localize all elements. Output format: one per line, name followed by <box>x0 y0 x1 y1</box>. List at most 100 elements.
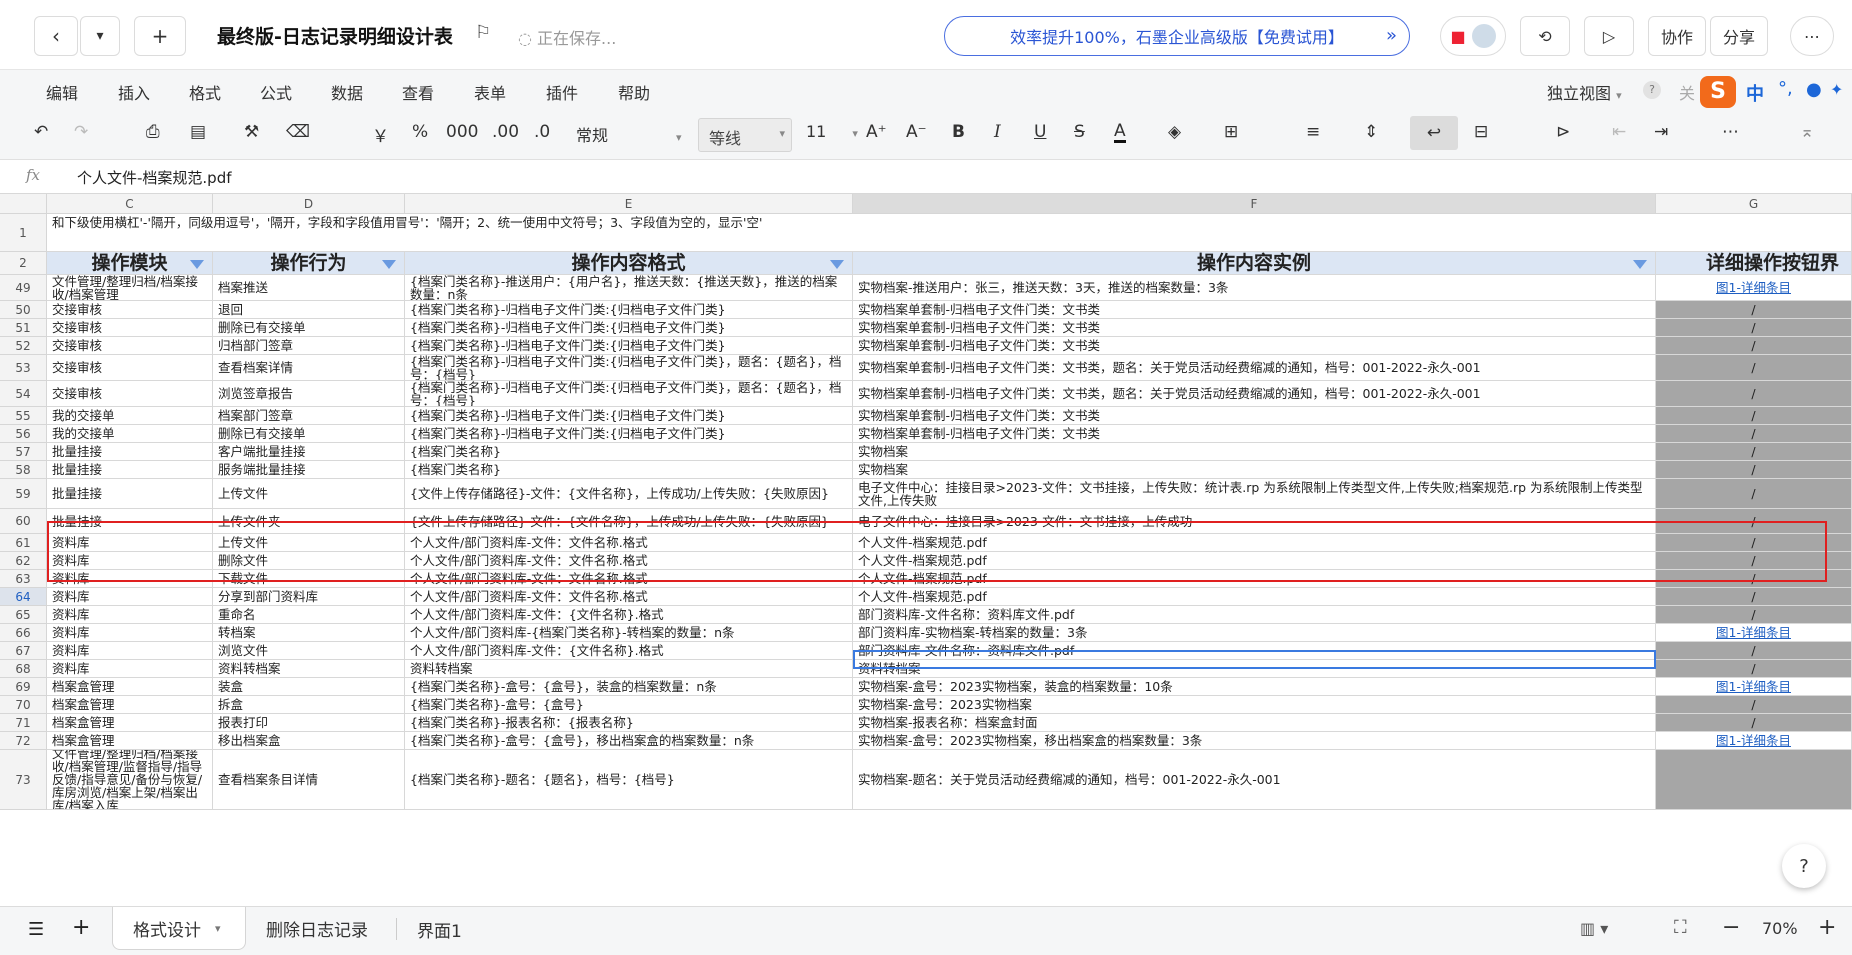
format-painter-icon[interactable]: ⚒ <box>244 122 259 142</box>
table-cell[interactable]: 个人文件/部门资料库-{档案门类名称}-转档案的数量：n条 <box>405 624 853 642</box>
table-cell[interactable]: 交接审核 <box>47 355 213 381</box>
corner-header[interactable] <box>0 194 47 214</box>
table-cell[interactable]: 实物档案单套制-归档电子文件门类：文书类 <box>853 301 1656 319</box>
table-cell[interactable]: 资料库 <box>47 660 213 678</box>
detail-link-cell[interactable]: 图1-详细条目 <box>1656 732 1852 750</box>
table-cell[interactable]: 个人文件-档案规范.pdf <box>853 534 1656 552</box>
row-header[interactable]: 55 <box>0 407 47 425</box>
table-cell[interactable]: / <box>1656 443 1852 461</box>
table-cell[interactable]: 移出档案盒 <box>213 732 405 750</box>
table-cell[interactable]: / <box>1656 461 1852 479</box>
table-cell[interactable]: 实物档案单套制-归档电子文件门类：文书类 <box>853 319 1656 337</box>
row-header[interactable]: 1 <box>0 214 47 252</box>
back-button[interactable]: ‹ <box>34 16 78 56</box>
table-cell[interactable]: 档案盒管理 <box>47 696 213 714</box>
table-cell[interactable]: 下载文件 <box>213 570 405 588</box>
table-cell[interactable]: {档案门类名称}-归档电子文件门类:{归档电子文件门类}，题名：{题名}，档号：… <box>405 355 853 381</box>
table-cell[interactable]: 实物档案-报表名称：档案盒封面 <box>853 714 1656 732</box>
row-header[interactable]: 52 <box>0 337 47 355</box>
bold-icon[interactable]: B <box>952 122 965 142</box>
table-cell[interactable]: 资料转档案 <box>853 660 1656 678</box>
filter-icon[interactable] <box>830 260 844 269</box>
table-cell[interactable]: 实物档案单套制-归档电子文件门类：文书类，题名：关于党员活动经费缩减的通知，档号… <box>853 381 1656 407</box>
table-cell[interactable]: / <box>1656 606 1852 624</box>
formula-input[interactable]: 个人文件-档案规范.pdf <box>77 167 232 188</box>
table-cell[interactable]: {档案门类名称} <box>405 461 853 479</box>
table-cell[interactable]: 实物档案-推送用户：张三，推送天数：3天，推送的档案数量：3条 <box>853 275 1656 301</box>
table-cell[interactable]: {档案门类名称}-归档电子文件门类:{归档电子文件门类} <box>405 337 853 355</box>
table-cell[interactable]: 重命名 <box>213 606 405 624</box>
table-cell[interactable]: / <box>1656 642 1852 660</box>
table-cell[interactable]: 交接审核 <box>47 319 213 337</box>
add-sheet-icon[interactable]: + <box>72 915 90 940</box>
number-format-dropdown[interactable]: 常规 ▾ <box>576 122 682 146</box>
table-cell[interactable]: {文件上传存储路径}-文件：{文件名称}，上传成功/上传失败：{失败原因} <box>405 509 853 534</box>
table-cell[interactable]: 档案盒管理 <box>47 732 213 750</box>
row-header[interactable]: 57 <box>0 443 47 461</box>
table-cell[interactable]: 我的交接单 <box>47 407 213 425</box>
table-cell[interactable]: {档案门类名称}-题名：{题名}，档号：{档号} <box>405 750 853 810</box>
table-cell[interactable]: / <box>1656 696 1852 714</box>
table-cell[interactable]: 客户端批量挂接 <box>213 443 405 461</box>
menu-data[interactable]: 数据 <box>331 80 363 104</box>
help-circle-icon[interactable]: ? <box>1643 81 1661 99</box>
table-cell[interactable]: 批量挂接 <box>47 443 213 461</box>
row-header[interactable]: 65 <box>0 606 47 624</box>
collapse-toolbar-icon[interactable]: ⌅ <box>1800 122 1814 142</box>
caret-down-icon[interactable]: ▾ <box>215 922 221 935</box>
vertical-align-icon[interactable]: ⇕ <box>1364 122 1378 142</box>
more-menu-button[interactable]: ⋯ <box>1790 16 1834 56</box>
table-cell[interactable]: 资料库 <box>47 570 213 588</box>
table-cell[interactable]: 浏览文件 <box>213 642 405 660</box>
fit-screen-icon[interactable]: ⛶ <box>1674 917 1687 938</box>
detail-link-cell[interactable]: 图1-详细条目 <box>1656 678 1852 696</box>
table-cell[interactable]: 档案盒管理 <box>47 714 213 732</box>
table-cell[interactable]: {档案门类名称}-归档电子文件门类:{归档电子文件门类} <box>405 407 853 425</box>
table-cell[interactable]: 交接审核 <box>47 301 213 319</box>
row-header[interactable]: 73 <box>0 750 47 810</box>
table-cell[interactable]: 资料库 <box>47 534 213 552</box>
table-cell[interactable]: 个人文件/部门资料库-文件：文件名称.格式 <box>405 552 853 570</box>
increase-decimal-button[interactable]: .00 <box>492 122 519 142</box>
table-cell[interactable]: {档案门类名称}-归档电子文件门类:{归档电子文件门类} <box>405 301 853 319</box>
table-cell[interactable]: 实物档案 <box>853 461 1656 479</box>
table-cell[interactable]: 个人文件-档案规范.pdf <box>853 552 1656 570</box>
view-mode-dropdown[interactable]: 独立视图 ▾ <box>1547 80 1622 104</box>
menu-edit[interactable]: 编辑 <box>46 80 78 104</box>
table-cell[interactable]: 退回 <box>213 301 405 319</box>
menu-plugins[interactable]: 插件 <box>546 80 578 104</box>
menu-formula[interactable]: 公式 <box>260 80 292 104</box>
detail-link-cell[interactable]: 图1-详细条目 <box>1656 624 1852 642</box>
bookmark-icon[interactable]: ⚐ <box>475 22 491 43</box>
menu-format[interactable]: 格式 <box>189 80 221 104</box>
menu-view[interactable]: 查看 <box>402 80 434 104</box>
table-cell[interactable]: {文件上传存储路径}-文件：{文件名称}，上传成功/上传失败：{失败原因} <box>405 479 853 509</box>
font-family-dropdown[interactable]: 等线 ▾ <box>698 118 792 152</box>
table-cell[interactable]: {档案门类名称}-盒号：{盒号}，装盒的档案数量：n条 <box>405 678 853 696</box>
table-cell[interactable]: 资料转档案 <box>213 660 405 678</box>
zoom-level[interactable]: 70% <box>1762 919 1798 938</box>
close-label[interactable]: 关 <box>1679 80 1695 104</box>
header-cell[interactable]: 详细操作按钮界 <box>1656 252 1852 275</box>
row-header[interactable]: 53 <box>0 355 47 381</box>
table-cell[interactable]: 文件管理/整理归档/档案接收/档案管理/监督指导/指导反馈/指导意见/备份与恢复… <box>47 750 213 810</box>
decrease-decimal-button[interactable]: .0 <box>534 122 550 142</box>
table-cell[interactable]: 交接审核 <box>47 381 213 407</box>
row-header[interactable]: 68 <box>0 660 47 678</box>
header-cell[interactable]: 操作内容格式 <box>405 252 853 275</box>
table-cell[interactable]: 实物档案-盒号：2023实物档案 <box>853 696 1656 714</box>
table-cell[interactable]: {档案门类名称}-归档电子文件门类:{归档电子文件门类} <box>405 425 853 443</box>
sheet-tab-delete-log[interactable]: 删除日志记录 <box>246 907 388 950</box>
table-cell[interactable]: {档案门类名称}-报表名称：{报表名称} <box>405 714 853 732</box>
table-cell[interactable]: 报表打印 <box>213 714 405 732</box>
table-cell[interactable]: {档案门类名称}-推送用户：{用户名}，推送天数：{推送天数}，推送的档案数量：… <box>405 275 853 301</box>
table-cell[interactable]: / <box>1656 355 1852 381</box>
table-cell[interactable]: 上传文件 <box>213 534 405 552</box>
new-button[interactable]: + <box>134 16 186 56</box>
table-cell[interactable]: / <box>1656 570 1852 588</box>
column-header-g[interactable]: G <box>1656 194 1852 214</box>
more-tools-icon[interactable]: ⋯ <box>1722 122 1739 142</box>
row-header[interactable]: 61 <box>0 534 47 552</box>
column-header-f[interactable]: F <box>853 194 1656 214</box>
table-cell[interactable]: 个人文件/部门资料库-文件：文件名称.格式 <box>405 570 853 588</box>
